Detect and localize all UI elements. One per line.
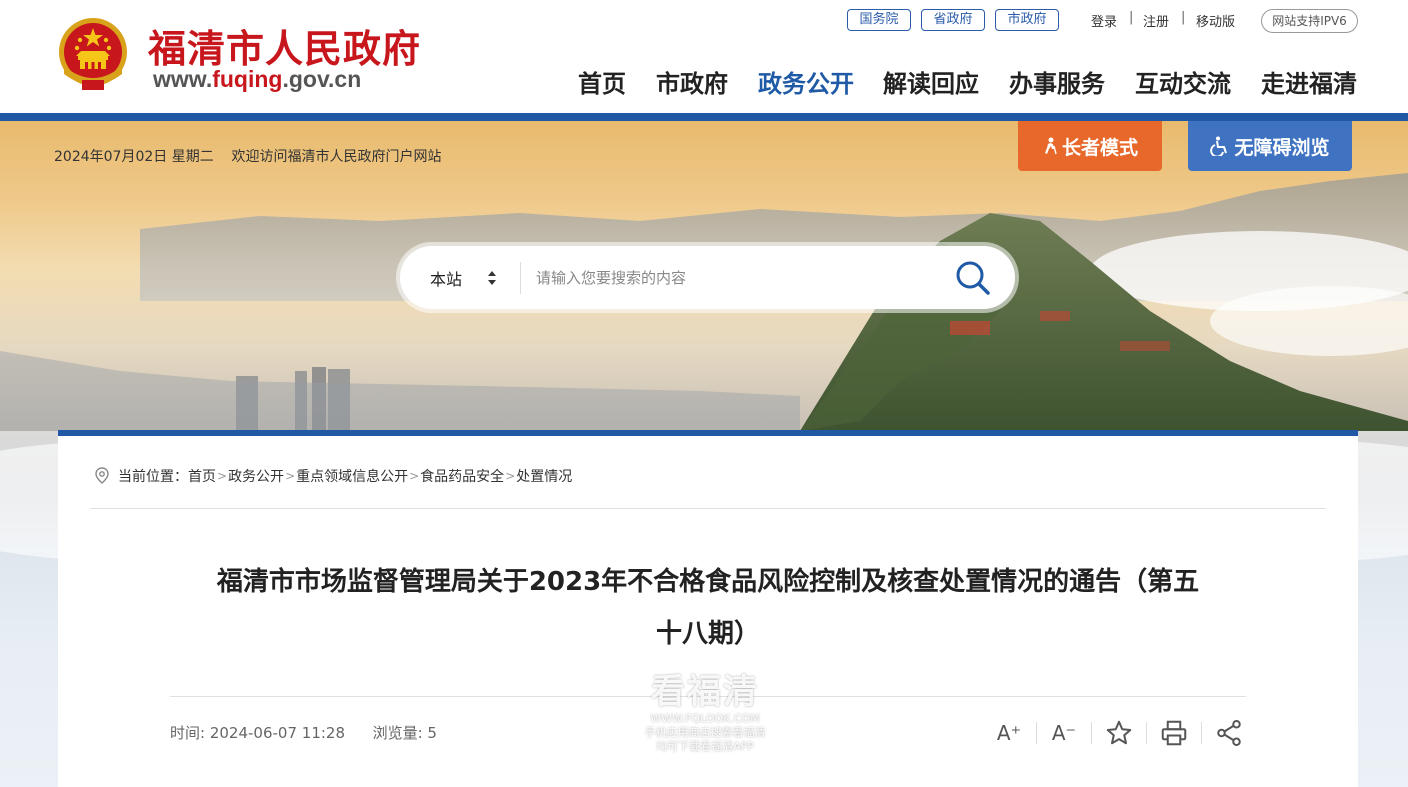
breadcrumb-key-areas[interactable]: 重点领域信息公开 [296,466,408,486]
article-tools: A⁺ A⁻ [994,718,1244,748]
register-link[interactable]: 注册 [1143,11,1169,30]
views-label: 浏览量: [372,724,423,742]
national-emblem-logo[interactable] [56,14,130,94]
breadcrumb-divider [90,508,1326,509]
breadcrumb-disposal[interactable]: 处置情况 [516,466,572,486]
top-link-separator: | [1129,10,1134,25]
breadcrumb-home[interactable]: 首页 [188,466,216,486]
accessible-browse-button[interactable]: 无障碍浏览 [1188,121,1352,171]
site-url-prefix: www. [153,66,213,92]
breadcrumb: 当前位置： 首页 > 政务公开 > 重点领域信息公开 > 食品药品安全 > 处置… [94,466,572,486]
site-url-accent: fuqing [212,66,283,92]
breadcrumb-separator: > [409,469,420,483]
ipv6-badge: 网站支持IPV6 [1261,9,1358,33]
nav-interaction[interactable]: 互动交流 [1135,64,1231,99]
share-icon[interactable] [1214,718,1244,748]
accessible-browse-label: 无障碍浏览 [1234,136,1330,159]
mobile-version-link[interactable]: 移动版 [1196,11,1235,30]
article-title: 福清市市场监督管理局关于2023年不合格食品风险控制及核查处置情况的通告（第五 … [168,556,1248,660]
welcome-text: 欢迎访问福清市人民政府门户网站 [231,149,442,165]
wheelchair-icon [1210,136,1228,156]
publish-time-label: 时间: [170,724,206,742]
elder-mode-button[interactable]: 长者模式 [1018,121,1162,171]
state-council-link[interactable]: 国务院 [847,9,911,31]
meta-divider [170,696,1246,697]
nav-about-fuqing[interactable]: 走进福清 [1261,64,1357,99]
breadcrumb-separator: > [217,469,228,483]
article-title-line: 福清市市场监督管理局关于2023年不合格食品风险控制及核查处置情况的通告（第五 [216,567,1200,597]
elder-mode-label: 长者模式 [1061,136,1138,159]
nav-home[interactable]: 首页 [578,64,626,99]
search-divider [520,262,521,294]
star-favorite-icon[interactable] [1104,718,1134,748]
breadcrumb-label: 当前位置： [118,469,188,485]
breadcrumb-government-affairs[interactable]: 政务公开 [228,466,284,486]
nav-services[interactable]: 办事服务 [1009,64,1105,99]
nav-government-affairs[interactable]: 政务公开 [758,64,854,99]
breadcrumb-separator: > [285,469,296,483]
site-header: 福清市人民政府 www.fuqing.gov.cn 国务院 省政府 市政府 登录… [0,0,1408,113]
views-count: 5 [427,724,437,742]
search-scope-select[interactable]: 本站 [430,266,462,290]
font-decrease-icon[interactable]: A⁻ [1049,718,1079,748]
location-pin-icon [95,467,109,484]
weekday: 星期二 [171,149,214,165]
breadcrumb-food-drug-safety[interactable]: 食品药品安全 [420,466,504,486]
login-link[interactable]: 登录 [1091,11,1117,30]
article-title-line: 十八期） [655,619,760,649]
top-link-separator: | [1181,10,1186,25]
elder-icon [1044,137,1057,155]
article-card: 当前位置： 首页 > 政务公开 > 重点领域信息公开 > 食品药品安全 > 处置… [58,430,1358,787]
city-gov-link[interactable]: 市政府 [995,9,1059,31]
site-url: www.fuqing.gov.cn [153,66,361,93]
site-name[interactable]: 福清市人民政府 [148,18,421,73]
updown-arrow-icon[interactable] [486,268,498,288]
header-divider-bar [0,113,1408,121]
nav-city-government[interactable]: 市政府 [656,64,728,99]
publish-time: 2024-06-07 11:28 [209,724,346,742]
search-input[interactable] [536,262,936,294]
breadcrumb-separator: > [505,469,516,483]
site-url-suffix: .gov.cn [282,66,362,92]
current-date: 2024年07月02日 [54,149,168,165]
search-icon[interactable] [954,259,992,297]
article-meta: 时间: 2024-06-07 11:28 浏览量: 5 [170,722,437,743]
search-box: 本站 [400,246,1015,309]
provincial-gov-link[interactable]: 省政府 [921,9,985,31]
date-welcome: 2024年07月02日 星期二 欢迎访问福清市人民政府门户网站 [54,146,442,166]
nav-interpretation[interactable]: 解读回应 [883,64,979,99]
print-icon[interactable] [1159,718,1189,748]
font-increase-icon[interactable]: A⁺ [994,718,1024,748]
